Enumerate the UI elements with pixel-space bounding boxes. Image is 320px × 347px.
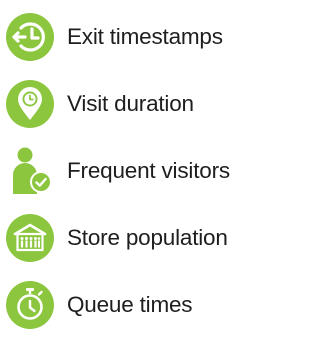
feature-exit-timestamps: Exit timestamps [5, 12, 281, 62]
person-check-icon [5, 146, 61, 196]
stopwatch-icon [5, 280, 61, 330]
store-people-icon [5, 213, 61, 263]
feature-list: Exit timestamps Visit duration Frequent … [5, 12, 281, 330]
feature-queue-times: Queue times [5, 280, 281, 330]
feature-visit-duration: Visit duration [5, 79, 281, 129]
feature-store-population: Store population [5, 213, 281, 263]
exit-clock-icon [5, 12, 61, 62]
feature-frequent-visitors: Frequent visitors [5, 146, 281, 196]
feature-label: Visit duration [67, 91, 194, 116]
feature-label: Queue times [67, 292, 193, 317]
location-pin-clock-icon [5, 79, 61, 129]
feature-label: Exit timestamps [67, 24, 223, 49]
feature-label: Store population [67, 225, 228, 250]
feature-label: Frequent visitors [67, 158, 230, 183]
